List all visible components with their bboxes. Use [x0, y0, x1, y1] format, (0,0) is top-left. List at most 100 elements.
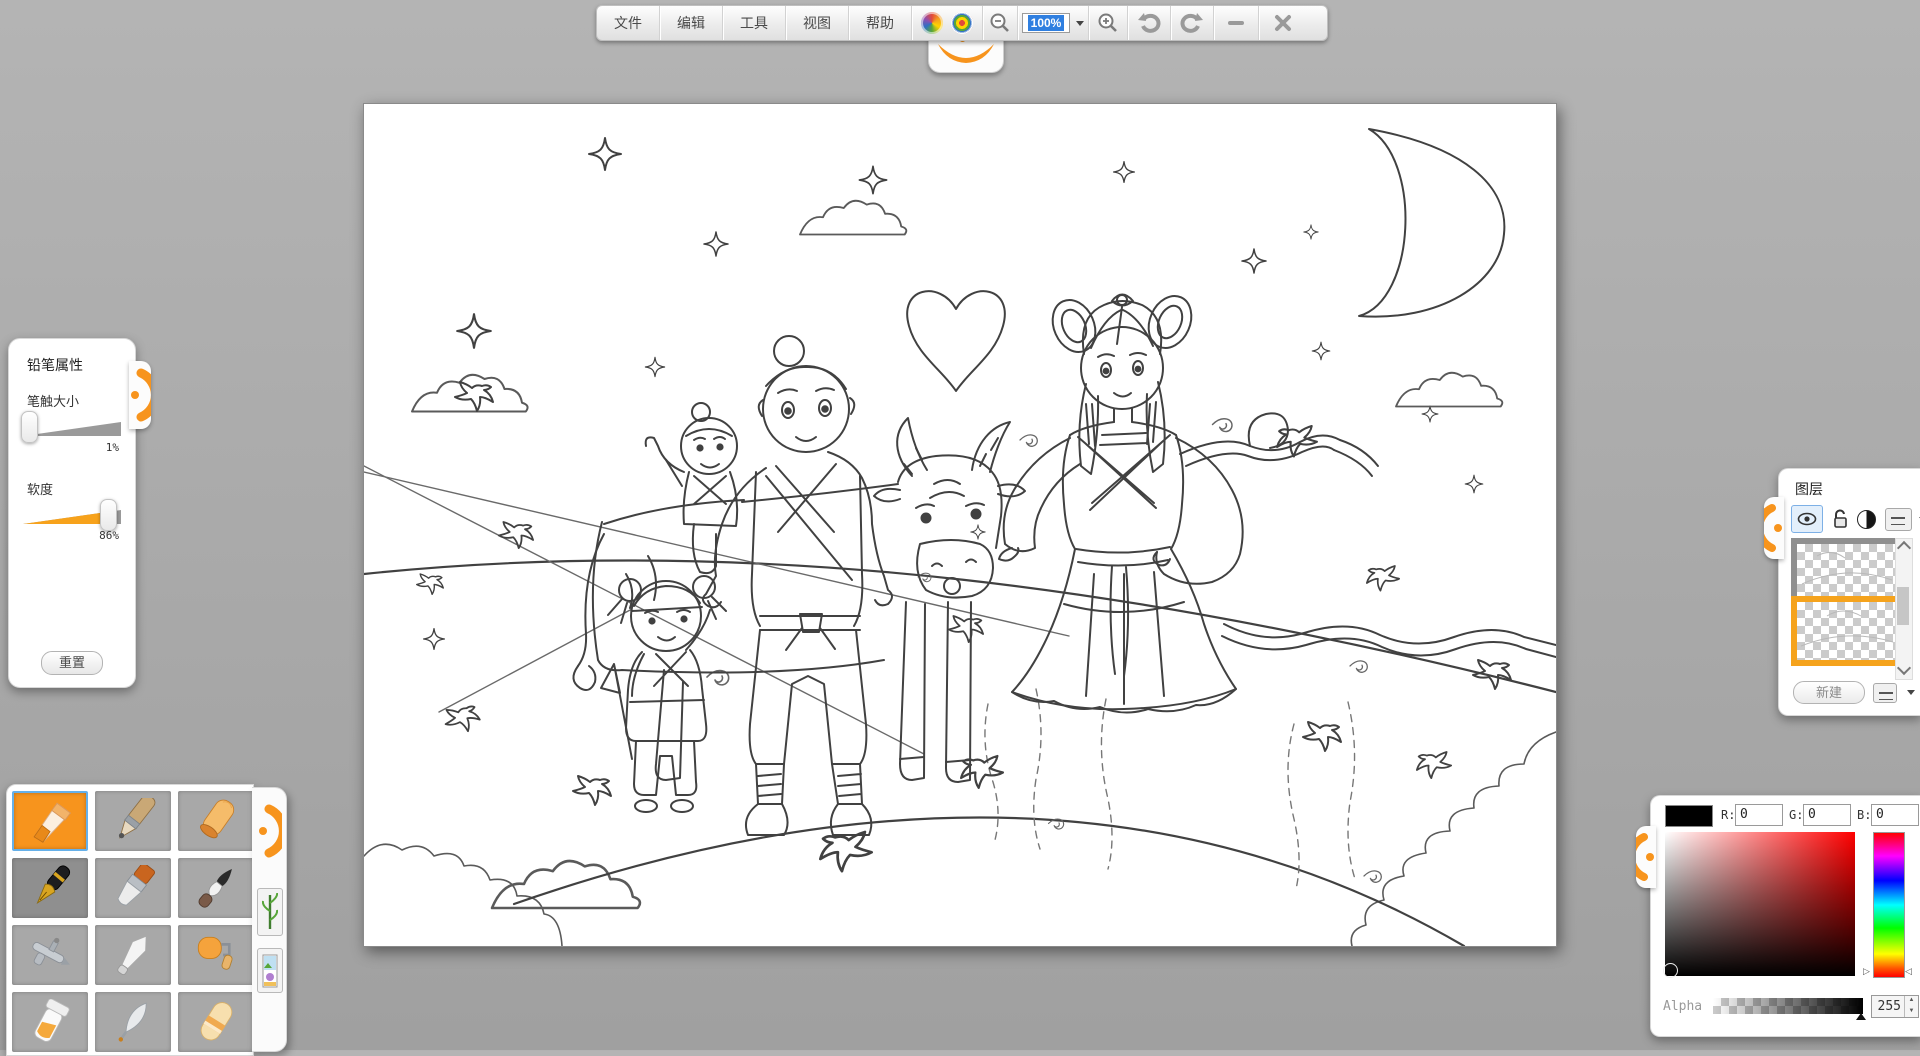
reset-button[interactable]: 重置: [41, 651, 103, 675]
color-panel-collapse-handle[interactable]: [1636, 826, 1656, 888]
layer-row-top[interactable]: [1791, 538, 1903, 602]
layer-list-menu-button[interactable]: [1885, 508, 1912, 531]
picture-icon: [262, 954, 278, 988]
sharp-pencil-icon: [105, 798, 161, 844]
alpha-gradient: [1713, 998, 1863, 1014]
scroll-down-icon[interactable]: [1897, 661, 1911, 675]
softness-value: 86%: [99, 529, 119, 542]
zoom-in-button[interactable]: [1088, 6, 1127, 40]
new-layer-button[interactable]: 新建: [1793, 681, 1865, 704]
streamer-lines: [985, 689, 1356, 889]
tool-paint-bottle[interactable]: [12, 992, 88, 1052]
saturation-value-picker[interactable]: [1665, 832, 1855, 976]
crescent-moon: [1359, 129, 1504, 317]
tool-eraser[interactable]: [178, 992, 254, 1052]
hue-marker-left-icon[interactable]: ▷: [1863, 966, 1870, 977]
close-icon: [1274, 14, 1292, 32]
layers-bottom-caret-icon[interactable]: [1907, 690, 1915, 695]
layers-scrollbar[interactable]: [1895, 538, 1913, 680]
alpha-spin-up-icon[interactable]: ▲: [1905, 996, 1918, 1007]
hue-marker-right-icon[interactable]: ◁: [1905, 966, 1912, 977]
redo-button[interactable]: [1170, 6, 1213, 40]
brush-size-thumb[interactable]: [21, 411, 38, 443]
redo-icon: [1180, 12, 1204, 34]
tool-airbrush[interactable]: [12, 925, 88, 985]
current-color-swatch[interactable]: [1665, 805, 1713, 827]
mascot-right-eye-icon[interactable]: [951, 12, 973, 34]
alpha-spin-down-icon[interactable]: ▼: [1905, 1007, 1918, 1018]
tool-pencil[interactable]: [12, 791, 88, 851]
tool-ink-brush[interactable]: [178, 858, 254, 918]
mascot-left-eye-icon[interactable]: [921, 12, 943, 34]
menu-view[interactable]: 视图: [785, 6, 848, 40]
cowherd: [703, 336, 892, 835]
tool-crayon[interactable]: [178, 791, 254, 851]
lock-icon[interactable]: [1832, 509, 1848, 529]
tool-sharp-pencil[interactable]: [95, 791, 171, 851]
layer-thumbnail-sketch: [1797, 544, 1897, 596]
pencil-panel-collapse-handle[interactable]: [129, 361, 151, 429]
brush-tools-panel: [6, 784, 254, 1056]
menu-file[interactable]: 文件: [597, 6, 659, 40]
green-value-field[interactable]: 0: [1803, 804, 1851, 826]
red-value-field[interactable]: 0: [1735, 804, 1783, 826]
close-button[interactable]: [1258, 6, 1307, 40]
brush-size-slider[interactable]: [23, 411, 121, 445]
palette-knife-icon: [105, 932, 161, 978]
tool-palette-knife[interactable]: [95, 925, 171, 985]
alpha-slider[interactable]: [1713, 998, 1863, 1014]
drawing-canvas[interactable]: [363, 103, 1557, 947]
scroll-up-icon[interactable]: [1897, 541, 1911, 555]
paint-roller-icon: [188, 932, 244, 978]
layers-panel-title: 图层: [1795, 479, 1823, 499]
hue-slider[interactable]: [1873, 832, 1905, 978]
canvas-artwork: [364, 104, 1556, 946]
softness-thumb[interactable]: [100, 499, 117, 531]
eraser-icon: [188, 999, 244, 1045]
layers-panel: 图层 新建: [1778, 468, 1920, 716]
eye-icon: [1797, 512, 1817, 526]
ox: [573, 418, 1025, 782]
zoom-level-combo[interactable]: 100%: [1017, 6, 1088, 40]
layer-thumbnail-sketch: [1797, 602, 1897, 660]
menu-help[interactable]: 帮助: [848, 6, 911, 40]
picture-library-button[interactable]: [257, 948, 283, 993]
layers-scrollbar-thumb[interactable]: [1897, 587, 1909, 625]
alpha-spinner[interactable]: 255 ▲ ▼: [1871, 995, 1919, 1018]
crayon-icon: [188, 798, 244, 844]
swirl-motifs: [707, 419, 1381, 883]
zoom-in-icon: [1097, 12, 1119, 34]
mascot-eyes: [911, 6, 982, 40]
mascot-half-smile-icon: [1764, 497, 1784, 559]
alpha-value[interactable]: 255: [1872, 996, 1904, 1017]
layer-opacity-icon[interactable]: [1857, 510, 1876, 529]
zoom-dropdown-caret-icon[interactable]: [1076, 21, 1084, 26]
minimize-button[interactable]: [1213, 6, 1258, 40]
sv-selector-icon[interactable]: [1663, 963, 1678, 978]
tool-flat-brush[interactable]: [95, 858, 171, 918]
paint-bottle-icon: [22, 999, 78, 1045]
zoom-out-button[interactable]: [982, 6, 1017, 40]
zoom-level-value[interactable]: 100%: [1022, 13, 1070, 33]
layers-panel-collapse-handle[interactable]: [1764, 497, 1784, 559]
menu-edit[interactable]: 编辑: [659, 6, 722, 40]
tool-fountain-pen[interactable]: [12, 858, 88, 918]
tool-leaf-knife[interactable]: [95, 992, 171, 1052]
main-toolbar: 文件 编辑 工具 视图 帮助 100%: [596, 5, 1328, 41]
layer-row-bottom-selected[interactable]: [1791, 596, 1903, 666]
tool-paint-roller[interactable]: [178, 925, 254, 985]
blue-label: B:: [1857, 808, 1871, 822]
softness-slider[interactable]: [23, 499, 121, 533]
layers-bottom-menu-button[interactable]: [1873, 683, 1897, 703]
layer-visibility-button[interactable]: [1791, 505, 1823, 533]
blue-value-field[interactable]: 0: [1871, 804, 1919, 826]
menu-tools[interactable]: 工具: [722, 6, 785, 40]
girl-child: [601, 576, 726, 812]
tools-collapse-handle-icon[interactable]: [256, 796, 282, 866]
alpha-marker-icon[interactable]: [1856, 1013, 1866, 1020]
undo-button[interactable]: [1127, 6, 1170, 40]
bamboo-brush-button[interactable]: [257, 888, 283, 936]
zoom-out-icon: [989, 12, 1011, 34]
brush-size-label: 笔触大小: [27, 391, 79, 410]
softness-label: 软度: [27, 479, 53, 498]
